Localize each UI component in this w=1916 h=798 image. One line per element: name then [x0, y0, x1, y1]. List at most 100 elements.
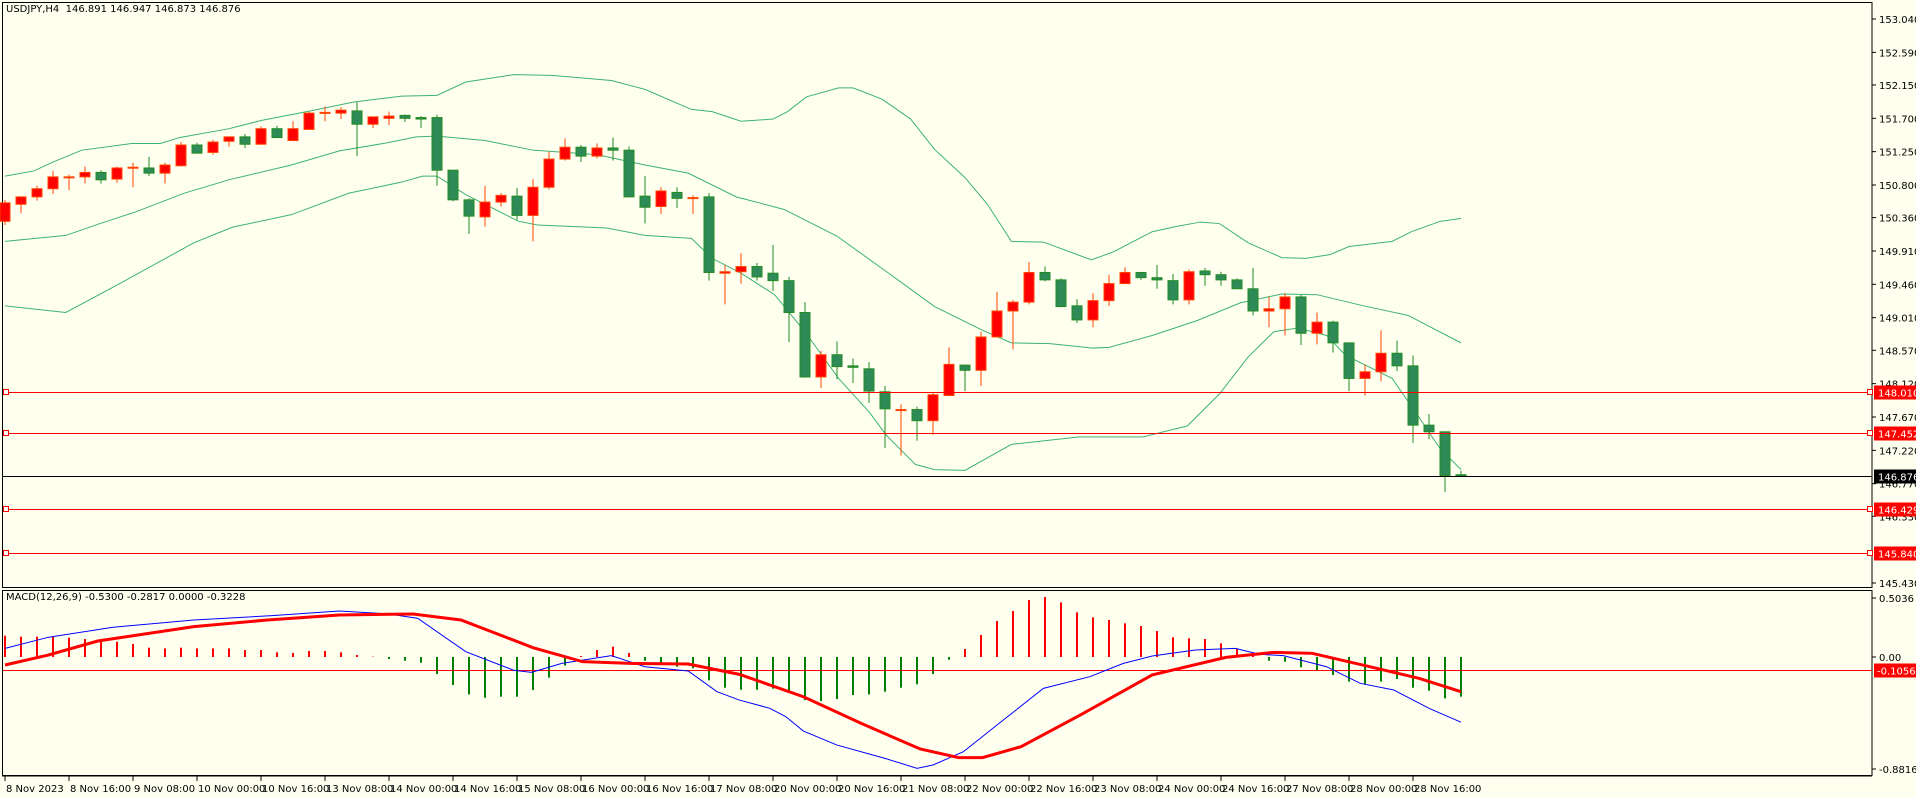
time-axis-label: 22 Nov 16:00	[1030, 784, 1097, 795]
time-axis-label: 16 Nov 00:00	[582, 784, 649, 795]
candle-body	[1071, 305, 1083, 321]
candle-body	[639, 195, 651, 208]
candle-body	[575, 146, 587, 157]
level-handle-icon[interactable]	[1867, 430, 1873, 436]
candle[interactable]	[447, 169, 459, 202]
time-axis-label: 13 Nov 08:00	[326, 784, 393, 795]
candle[interactable]	[799, 302, 811, 378]
candle[interactable]	[0, 199, 11, 226]
time-axis-label: 10 Nov 00:00	[198, 784, 265, 795]
candle-body	[751, 266, 763, 278]
candle-body	[287, 128, 299, 142]
level-handle-icon[interactable]	[1867, 550, 1873, 556]
candle-body	[1247, 288, 1259, 312]
level-handle-icon[interactable]	[3, 550, 9, 556]
candle-body	[911, 409, 923, 422]
candle-body	[303, 112, 315, 130]
candle-body	[15, 196, 27, 205]
candle-body	[975, 336, 987, 371]
candle-body	[815, 354, 827, 378]
candle-body	[207, 141, 219, 153]
level-price-label: 148.010	[1878, 389, 1916, 400]
candle[interactable]	[303, 111, 315, 130]
candle-body	[1023, 271, 1035, 303]
candle-body	[671, 191, 683, 199]
price-axis-label: 150.360	[1879, 214, 1916, 225]
price-axis-label: 148.570	[1879, 346, 1916, 357]
time-axis-label: 23 Nov 08:00	[1094, 784, 1161, 795]
candle-body	[927, 394, 939, 422]
price-axis-label: 149.910	[1879, 247, 1916, 258]
candle-body	[1359, 371, 1371, 379]
price-axis-label: 152.150	[1879, 81, 1916, 92]
candle-body	[1151, 277, 1163, 281]
candle-body	[1231, 279, 1243, 290]
time-axis-label: 17 Nov 08:00	[710, 784, 777, 795]
price-axis-label: 145.430	[1879, 579, 1916, 590]
candle-body	[79, 171, 91, 178]
price-axis-label: 147.220	[1879, 446, 1916, 457]
candle-body	[511, 195, 523, 216]
candle[interactable]	[623, 146, 635, 198]
chart-canvas[interactable]: 153.040 152.590 152.150 151.700 151.250 150.8…	[0, 0, 1916, 798]
candle-body	[1407, 365, 1419, 426]
candle[interactable]	[1231, 278, 1243, 290]
candle[interactable]	[175, 142, 187, 167]
time-axis-label: 8 Nov 16:00	[70, 784, 131, 795]
candle-body	[175, 144, 187, 167]
candle-body	[559, 146, 571, 160]
candle[interactable]	[207, 139, 219, 155]
candle-body	[1263, 308, 1275, 312]
candle[interactable]	[255, 126, 267, 145]
level-handle-icon[interactable]	[1867, 506, 1873, 512]
candle[interactable]	[1055, 278, 1067, 308]
time-axis-label: 28 Nov 16:00	[1414, 784, 1481, 795]
price-axis-label: 149.460	[1879, 280, 1916, 291]
time-axis-label: 21 Nov 08:00	[902, 784, 969, 795]
candle-body	[1311, 321, 1323, 334]
time-axis-label: 22 Nov 00:00	[966, 784, 1033, 795]
candle-body	[655, 190, 667, 208]
time-axis-label: 14 Nov 16:00	[454, 784, 521, 795]
candle-body	[415, 117, 427, 120]
candle-body	[159, 164, 171, 174]
candle-body	[879, 391, 891, 410]
candle-body	[607, 147, 619, 151]
candle-body	[223, 136, 235, 142]
time-axis-label: 14 Nov 00:00	[390, 784, 457, 795]
candle-body	[543, 158, 555, 188]
candle-body	[399, 114, 411, 119]
candle-body	[991, 310, 1003, 338]
candle-body	[1199, 270, 1211, 276]
candle[interactable]	[703, 193, 715, 281]
candle-body	[1103, 283, 1115, 302]
candle-body	[431, 117, 443, 171]
candle-body	[1215, 274, 1227, 281]
level-handle-icon[interactable]	[3, 430, 9, 436]
macd-level-label: -0.1056	[1877, 667, 1916, 678]
candle-body	[383, 115, 395, 119]
candle-body	[1439, 431, 1451, 477]
background	[0, 0, 1916, 798]
candle[interactable]	[1183, 269, 1195, 305]
candle-body	[495, 194, 507, 203]
candle-body	[1343, 342, 1355, 379]
level-price-label: 146.429	[1878, 506, 1916, 517]
candle-body	[271, 128, 283, 139]
level-handle-icon[interactable]	[1867, 389, 1873, 395]
candle-body	[1375, 352, 1387, 373]
candle-body	[703, 196, 715, 273]
time-axis-label: 16 Nov 16:00	[646, 784, 713, 795]
candle-body	[367, 116, 379, 125]
candle-body	[447, 169, 459, 201]
candle-body	[0, 202, 11, 222]
price-axis-label: 151.700	[1879, 114, 1916, 125]
price-axis-label: 153.040	[1879, 15, 1916, 26]
macd-axis-label: 0.5036	[1879, 594, 1914, 605]
time-axis-label: 27 Nov 08:00	[1286, 784, 1353, 795]
level-handle-icon[interactable]	[3, 506, 9, 512]
candle-body	[591, 147, 603, 157]
candle-body	[191, 144, 203, 154]
level-handle-icon[interactable]	[3, 389, 9, 395]
time-axis-label: 24 Nov 00:00	[1158, 784, 1225, 795]
